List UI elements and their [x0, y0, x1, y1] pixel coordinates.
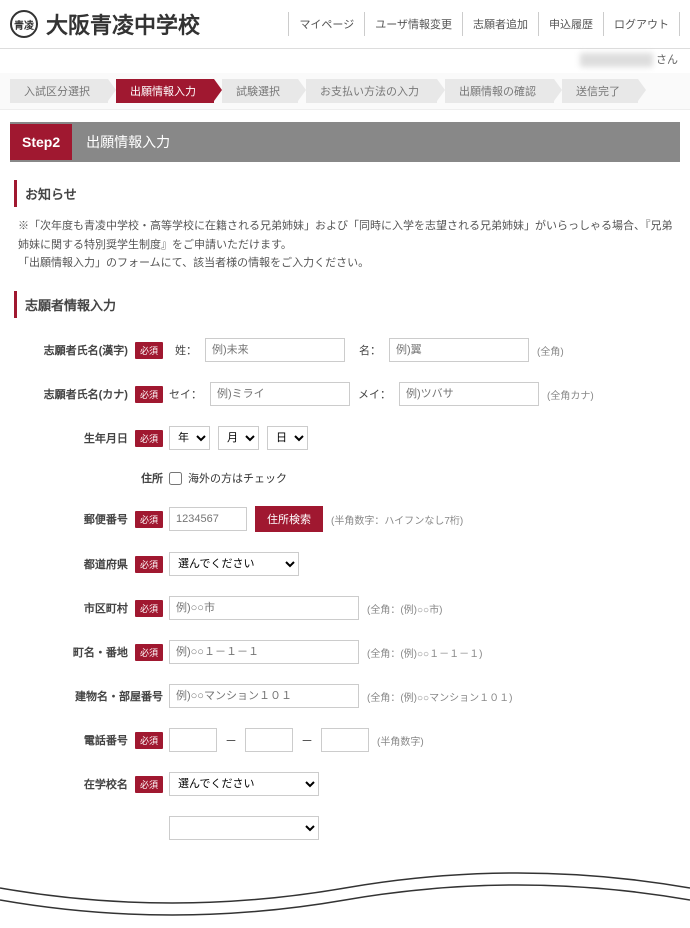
nav-logout[interactable]: ログアウト	[603, 12, 680, 36]
tel1-input[interactable]	[169, 728, 217, 752]
nav-add-applicant[interactable]: 志願者追加	[462, 12, 538, 36]
city-input[interactable]	[169, 596, 359, 620]
overseas-checkbox[interactable]	[169, 472, 182, 485]
step-badge: Step2	[10, 124, 72, 160]
bc-step5: 出願情報の確認	[445, 79, 554, 103]
hint-street: (全角：(例)○○１－１－１)	[367, 645, 482, 660]
label-name-kanji: 志願者氏名(漢字) 必須	[14, 342, 169, 359]
required-badge: 必須	[135, 511, 163, 528]
birth-month-select[interactable]: 月	[218, 426, 259, 450]
school-sub-select[interactable]	[169, 816, 319, 840]
sei-label: 姓：	[169, 342, 197, 358]
overseas-checkbox-label: 海外の方はチェック	[188, 470, 287, 486]
mei-kana-input[interactable]	[399, 382, 539, 406]
user-name-blurred	[580, 53, 653, 67]
notice-title: お知らせ	[14, 180, 676, 207]
bc-step6: 送信完了	[562, 79, 638, 103]
bc-step2: 出願情報入力	[116, 79, 214, 103]
notice-body: ※「次年度も青凌中学校・高等学校に在籍される兄弟姉妹」および「同時に入学を志望さ…	[14, 217, 676, 273]
mei-label: 名：	[353, 342, 381, 358]
sei-kanji-input[interactable]	[205, 338, 345, 362]
building-input[interactable]	[169, 684, 359, 708]
required-badge: 必須	[135, 600, 163, 617]
hint-city: (全角：(例)○○市)	[367, 601, 442, 616]
label-name-kana: 志願者氏名(カナ) 必須	[14, 386, 169, 403]
form-section-title: 志願者情報入力	[14, 291, 676, 318]
label-zip: 郵便番号 必須	[14, 511, 169, 528]
label-birth: 生年月日 必須	[14, 430, 169, 447]
required-badge: 必須	[135, 732, 163, 749]
label-address: 住所	[14, 470, 169, 486]
hint-zip: (半角数字：ハイフンなし7桁)	[331, 512, 463, 527]
bc-step1: 入試区分選択	[10, 79, 108, 103]
sei-kana-input[interactable]	[210, 382, 350, 406]
street-input[interactable]	[169, 640, 359, 664]
sei-kana-label: セイ：	[169, 386, 202, 402]
school-select[interactable]: 選んでください	[169, 772, 319, 796]
school-logo-icon: 青凌	[10, 10, 38, 38]
label-tel: 電話番号 必須	[14, 732, 169, 749]
step-header: Step2 出願情報入力	[10, 122, 680, 162]
overseas-checkbox-wrap[interactable]: 海外の方はチェック	[169, 470, 287, 486]
label-street: 町名・番地 必須	[14, 644, 169, 661]
nav-history[interactable]: 申込履歴	[538, 12, 603, 36]
mei-kanji-input[interactable]	[389, 338, 529, 362]
required-badge: 必須	[135, 644, 163, 661]
required-badge: 必須	[135, 556, 163, 573]
zip-input[interactable]	[169, 507, 247, 531]
bc-step3: 試験選択	[222, 79, 298, 103]
required-badge: 必須	[135, 342, 163, 359]
label-pref: 都道府県 必須	[14, 556, 169, 573]
tel-sep: －	[225, 732, 237, 749]
hint-kana: (全角カナ)	[547, 387, 594, 402]
top-nav: マイページ ユーザ情報変更 志願者追加 申込履歴 ログアウト	[288, 12, 680, 36]
school-name: 大阪青凌中学校	[46, 8, 200, 40]
page-cutoff-wave	[0, 868, 690, 928]
label-city: 市区町村 必須	[14, 600, 169, 617]
bc-step4: お支払い方法の入力	[306, 79, 437, 103]
tel-sep: －	[301, 732, 313, 749]
required-badge: 必須	[135, 776, 163, 793]
nav-user-edit[interactable]: ユーザ情報変更	[364, 12, 462, 36]
pref-select[interactable]: 選んでください	[169, 552, 299, 576]
hint-building: (全角：(例)○○マンション１０１)	[367, 689, 512, 704]
user-line: さん	[0, 49, 690, 73]
hint-tel: (半角数字)	[377, 733, 424, 748]
step-title: 出願情報入力	[72, 122, 184, 162]
breadcrumb: 入試区分選択 出願情報入力 試験選択 お支払い方法の入力 出願情報の確認 送信完…	[0, 73, 690, 110]
required-badge: 必須	[135, 430, 163, 447]
tel3-input[interactable]	[321, 728, 369, 752]
nav-mypage[interactable]: マイページ	[288, 12, 364, 36]
label-school: 在学校名 必須	[14, 776, 169, 793]
label-building: 建物名・部屋番号	[14, 688, 169, 704]
hint-kanji: (全角)	[537, 343, 564, 358]
required-badge: 必須	[135, 386, 163, 403]
birth-year-select[interactable]: 年	[169, 426, 210, 450]
mei-kana-label: メイ：	[358, 386, 391, 402]
address-search-button[interactable]: 住所検索	[255, 506, 323, 532]
birth-day-select[interactable]: 日	[267, 426, 308, 450]
tel2-input[interactable]	[245, 728, 293, 752]
